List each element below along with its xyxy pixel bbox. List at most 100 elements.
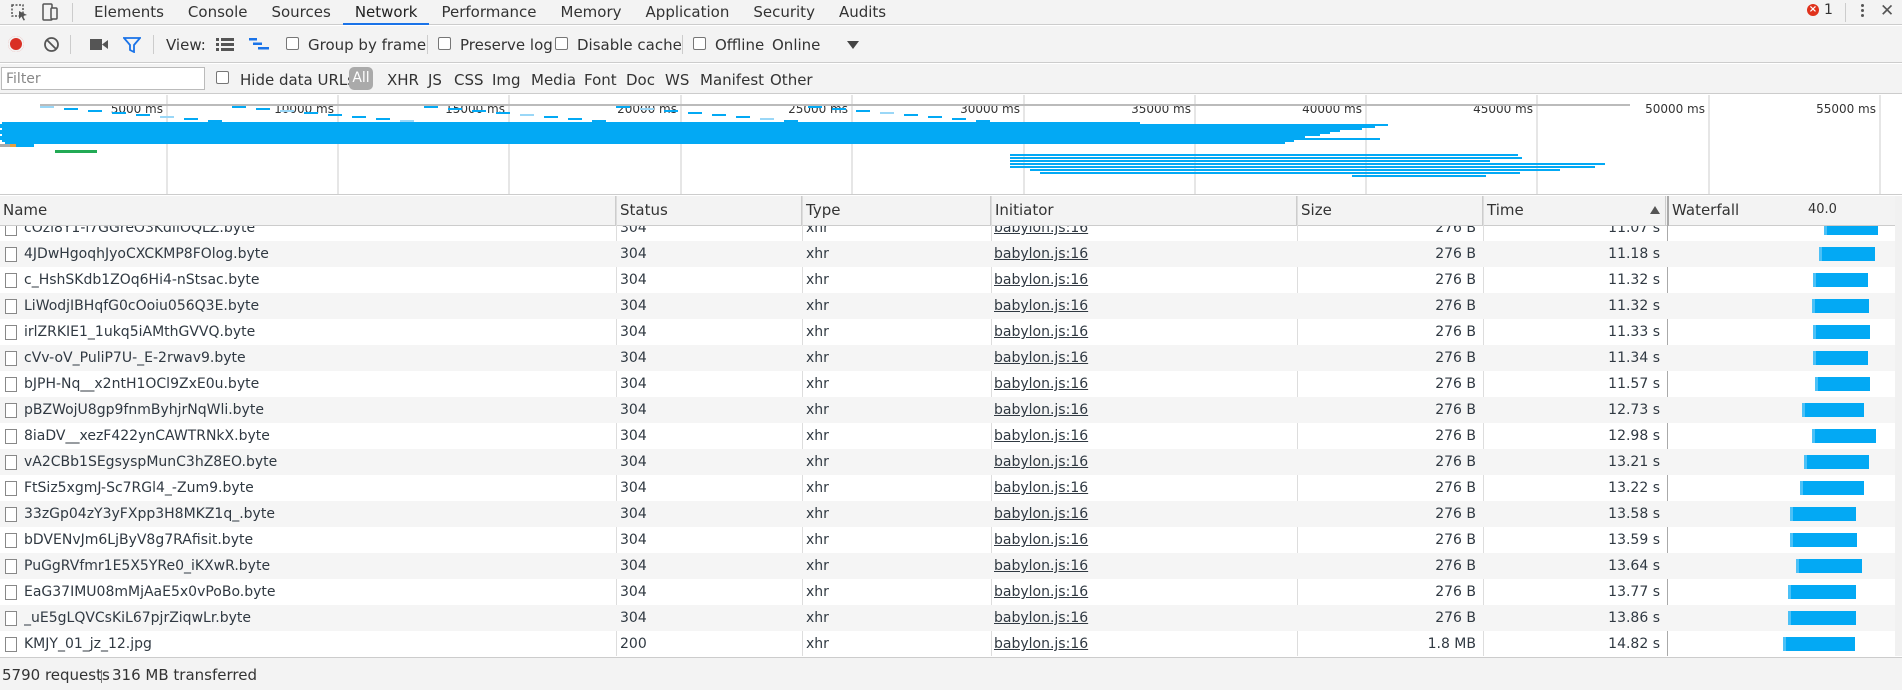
waterfall-bar[interactable] [1812, 299, 1869, 313]
column-header-status[interactable]: Status [617, 196, 802, 226]
offline-checkbox[interactable] [693, 37, 706, 50]
waterfall-bar[interactable] [1783, 637, 1855, 651]
preserve-log-checkbox[interactable] [438, 37, 451, 50]
table-row[interactable]: irlZRKIE1_1ukq5iAMthGVVQ.byte 304 xhr babyl… [0, 319, 1902, 345]
request-initiator-link[interactable]: babylon.js:16 [994, 527, 1294, 553]
hide-data-urls-checkbox[interactable] [216, 71, 229, 84]
tab-security[interactable]: Security [741, 0, 827, 25]
table-row[interactable]: PuGgRVfmr1E5X5YRe0_iKXwR.byte 304 xhr babyl… [0, 553, 1902, 579]
request-name[interactable]: KMJY_01_jz_12.jpg [24, 631, 612, 656]
request-name[interactable]: cVv-oV_PuliP7U-_E-2rwav9.byte [24, 345, 612, 371]
table-row[interactable]: 4JDwHgoqhJyoCXCKMP8FOlog.byte 304 xhr babyl… [0, 241, 1902, 267]
filter-input[interactable] [1, 67, 205, 90]
filter-type-manifest[interactable]: Manifest [700, 71, 764, 89]
tab-console[interactable]: Console [176, 0, 260, 25]
disable-cache-label[interactable]: Disable cache [577, 36, 682, 54]
filter-type-img[interactable]: Img [492, 71, 521, 89]
table-row[interactable]: FtSiz5xgmJ-Sc7RGl4_-Zum9.byte 304 xhr babyl… [0, 475, 1902, 501]
request-initiator-link[interactable]: babylon.js:16 [994, 631, 1294, 656]
request-initiator-link[interactable]: babylon.js:16 [994, 345, 1294, 371]
waterfall-bar[interactable] [1790, 533, 1857, 547]
large-rows-icon[interactable] [216, 38, 234, 55]
request-name[interactable]: irlZRKIE1_1ukq5iAMthGVVQ.byte [24, 319, 612, 345]
table-row[interactable]: bDVENvJm6LjByV8g7RAfisit.byte 304 xhr babyl… [0, 527, 1902, 553]
request-name[interactable]: 4JDwHgoqhJyoCXCKMP8FOlog.byte [24, 241, 612, 267]
request-initiator-link[interactable]: babylon.js:16 [994, 423, 1294, 449]
tab-audits[interactable]: Audits [827, 0, 898, 25]
request-initiator-link[interactable]: babylon.js:16 [994, 371, 1294, 397]
device-toolbar-icon[interactable] [40, 3, 60, 21]
waterfall-bar[interactable] [1800, 481, 1864, 495]
filter-type-font[interactable]: Font [584, 71, 617, 89]
waterfall-bar[interactable] [1788, 611, 1856, 625]
clear-icon[interactable] [43, 36, 60, 57]
table-row[interactable]: _uE5gLQVCsKiL67pjrZiqwLr.byte 304 xhr babyl… [0, 605, 1902, 631]
request-name[interactable]: 8iaDV__xezF422ynCAWTRNkX.byte [24, 423, 612, 449]
request-list[interactable]: cOzl8Y1-i7GGreO3KdIlOQLZ.byte 304 xhr babyl… [0, 226, 1902, 656]
table-row[interactable]: 33zGp04zY3yFXpp3H8MKZ1q_.byte 304 xhr babyl… [0, 501, 1902, 527]
throttling-select[interactable]: Online [772, 36, 820, 54]
column-header-type[interactable]: Type [803, 196, 991, 226]
waterfall-bar[interactable] [1815, 377, 1870, 391]
tab-performance[interactable]: Performance [429, 0, 548, 25]
request-initiator-link[interactable]: babylon.js:16 [994, 267, 1294, 293]
column-header-size[interactable]: Size [1298, 196, 1483, 226]
inspect-element-icon[interactable] [10, 3, 30, 21]
request-initiator-link[interactable]: babylon.js:16 [994, 579, 1294, 605]
filter-type-other[interactable]: Other [770, 71, 813, 89]
tab-memory[interactable]: Memory [549, 0, 634, 25]
table-row[interactable]: bJPH-Nq__x2ntH1OCl9ZxE0u.byte 304 xhr babyl… [0, 371, 1902, 397]
table-row[interactable]: vA2CBb1SEgsyspMunC3hZ8EO.byte 304 xhr babyl… [0, 449, 1902, 475]
waterfall-bar[interactable] [1824, 226, 1878, 235]
tab-application[interactable]: Application [634, 0, 742, 25]
record-button[interactable] [8, 36, 24, 52]
network-overview[interactable]: 5000 ms 10000 ms 15000 ms 20000 ms 25000 ms 3… [0, 95, 1902, 195]
table-row[interactable]: KMJY_01_jz_12.jpg 200 xhr babylon.js:16 1.8 … [0, 631, 1902, 656]
request-initiator-link[interactable]: babylon.js:16 [994, 605, 1294, 631]
waterfall-bar[interactable] [1813, 351, 1868, 365]
error-count[interactable]: 1 [1824, 2, 1833, 18]
group-by-frame-checkbox[interactable] [286, 37, 299, 50]
more-options-icon[interactable] [1858, 2, 1866, 22]
waterfall-bar[interactable] [1796, 559, 1862, 573]
waterfall-bar[interactable] [1812, 429, 1876, 443]
waterfall-bar[interactable] [1788, 585, 1856, 599]
request-name[interactable]: LiWodjIBHqfG0cOoiu056Q3E.byte [24, 293, 612, 319]
request-initiator-link[interactable]: babylon.js:16 [994, 501, 1294, 527]
filter-type-media[interactable]: Media [531, 71, 576, 89]
request-initiator-link[interactable]: babylon.js:16 [994, 553, 1294, 579]
capture-screenshots-icon[interactable] [90, 38, 108, 55]
filter-type-css[interactable]: CSS [454, 71, 484, 89]
chevron-down-icon[interactable] [847, 41, 859, 49]
overview-waterfall-icon[interactable] [249, 37, 269, 55]
column-header-name[interactable]: Name [0, 196, 616, 226]
filter-type-doc[interactable]: Doc [626, 71, 655, 89]
column-header-initiator[interactable]: Initiator [992, 196, 1297, 226]
close-icon[interactable]: ✕ [1880, 1, 1894, 21]
request-name[interactable]: cOzl8Y1-i7GGreO3KdIlOQLZ.byte [24, 226, 612, 241]
request-name[interactable]: pBZWojU8gp9fnmByhjrNqWli.byte [24, 397, 612, 423]
table-row[interactable]: 8iaDV__xezF422ynCAWTRNkX.byte 304 xhr babyl… [0, 423, 1902, 449]
waterfall-bar[interactable] [1790, 507, 1856, 521]
waterfall-bar[interactable] [1813, 325, 1870, 339]
preserve-log-label[interactable]: Preserve log [460, 36, 553, 54]
request-initiator-link[interactable]: babylon.js:16 [994, 241, 1294, 267]
request-name[interactable]: _uE5gLQVCsKiL67pjrZiqwLr.byte [24, 605, 612, 631]
disable-cache-checkbox[interactable] [555, 37, 568, 50]
request-name[interactable]: PuGgRVfmr1E5X5YRe0_iKXwR.byte [24, 553, 612, 579]
request-name[interactable]: FtSiz5xgmJ-Sc7RGl4_-Zum9.byte [24, 475, 612, 501]
hide-data-urls-label[interactable]: Hide data URLs [240, 71, 355, 89]
filter-type-js[interactable]: JS [428, 71, 442, 89]
request-name[interactable]: 33zGp04zY3yFXpp3H8MKZ1q_.byte [24, 501, 612, 527]
waterfall-bar[interactable] [1813, 273, 1868, 287]
column-header-time[interactable]: Time [1484, 196, 1666, 226]
group-by-frame-label[interactable]: Group by frame [308, 36, 426, 54]
request-initiator-link[interactable]: babylon.js:16 [994, 293, 1294, 319]
request-name[interactable]: vA2CBb1SEgsyspMunC3hZ8EO.byte [24, 449, 612, 475]
overview-timeline[interactable]: 5000 ms 10000 ms 15000 ms 20000 ms 25000 ms 3… [0, 95, 1902, 195]
request-initiator-link[interactable]: babylon.js:16 [994, 475, 1294, 501]
request-initiator-link[interactable]: babylon.js:16 [994, 226, 1294, 241]
request-initiator-link[interactable]: babylon.js:16 [994, 397, 1294, 423]
request-initiator-link[interactable]: babylon.js:16 [994, 449, 1294, 475]
request-name[interactable]: c_HshSKdb1ZOq6Hi4-nStsac.byte [24, 267, 612, 293]
